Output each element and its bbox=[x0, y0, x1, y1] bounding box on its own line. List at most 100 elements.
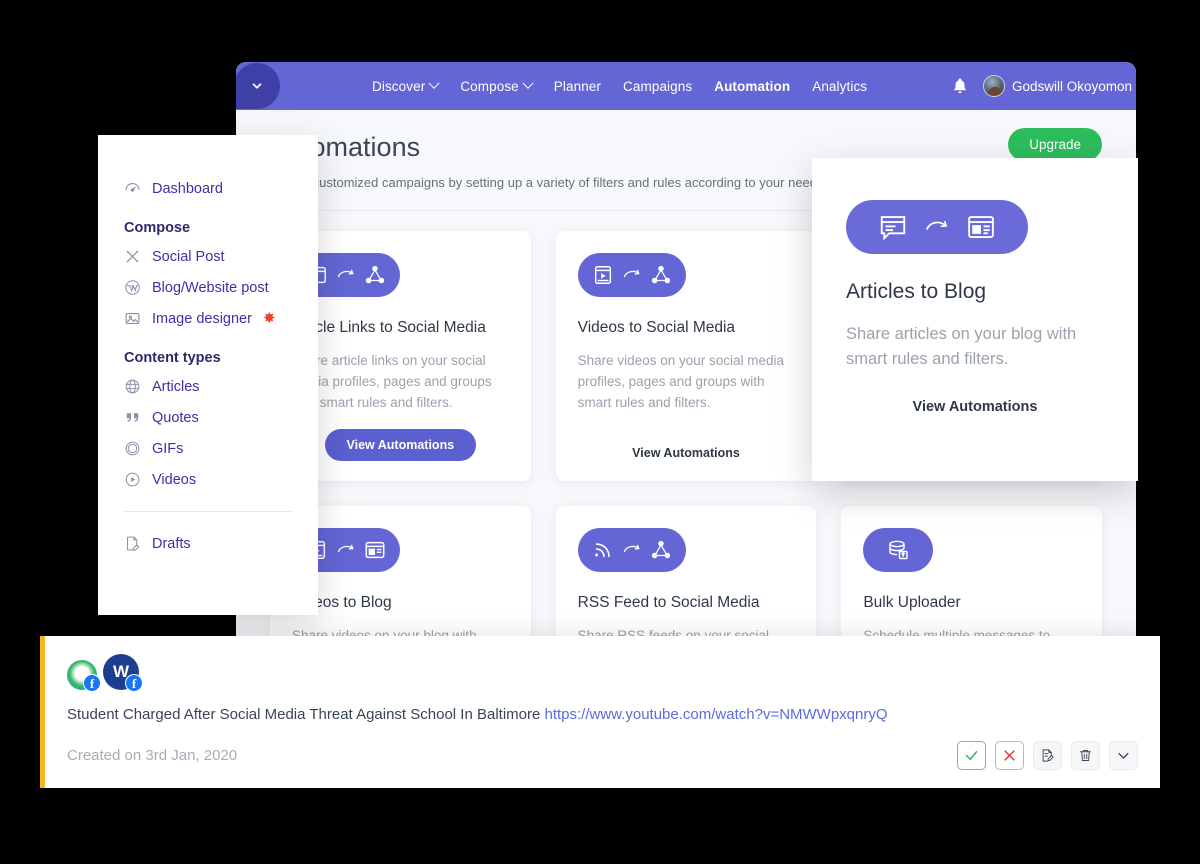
sidebar-item-label: Dashboard bbox=[152, 180, 223, 197]
gif-circle-icon bbox=[125, 441, 140, 456]
social-network-icon bbox=[651, 265, 670, 284]
nav-item-campaigns[interactable]: Campaigns bbox=[623, 79, 692, 94]
card-description: Share videos on your social media profil… bbox=[577, 353, 785, 410]
nav-item-label: Automation bbox=[714, 78, 791, 94]
database-upload-icon bbox=[889, 540, 909, 560]
floating-automation-card-articles-to-blog[interactable]: Articles to Blog Share articles on your … bbox=[812, 158, 1138, 481]
sidebar-item-gifs[interactable]: GIFs bbox=[98, 433, 318, 464]
facebook-icon: f bbox=[125, 674, 143, 692]
nav-item-label: Analytics bbox=[812, 78, 868, 94]
post-action-buttons bbox=[957, 741, 1138, 770]
sidebar-item-label: Blog/Website post bbox=[152, 279, 269, 296]
facebook-icon: f bbox=[83, 674, 101, 692]
delete-post-button[interactable] bbox=[1071, 741, 1100, 770]
sidebar-panel: Dashboard Compose Social Post Blog/Websi… bbox=[98, 135, 318, 615]
top-navigation-bar: Discover Compose Planner Campaigns Autom… bbox=[236, 62, 1136, 110]
share-nodes-icon bbox=[126, 250, 139, 263]
sidebar-group-content-types: Content types bbox=[124, 350, 221, 366]
profile-avatar-client[interactable]: f bbox=[67, 660, 101, 692]
user-menu[interactable]: Godswill Okoyomon bbox=[982, 75, 1132, 97]
reject-post-button[interactable] bbox=[995, 741, 1024, 770]
sidebar-item-articles[interactable]: Articles bbox=[98, 371, 318, 402]
automation-card-videos-to-social-media[interactable]: Videos to Social Media Share videos on y… bbox=[555, 231, 817, 481]
post-footer: Created on 3rd Jan, 2020 bbox=[67, 741, 1138, 770]
chevron-down-icon bbox=[522, 77, 534, 89]
approve-post-button[interactable] bbox=[957, 741, 986, 770]
nav-item-label: Campaigns bbox=[623, 78, 693, 94]
x-icon bbox=[1004, 750, 1015, 761]
dashboard-icon bbox=[125, 182, 140, 192]
nav-links: Discover Compose Planner Campaigns Autom… bbox=[372, 77, 867, 94]
blog-icon bbox=[968, 216, 994, 238]
social-network-icon bbox=[365, 265, 385, 284]
card-title: Article Links to Social Media bbox=[292, 319, 486, 336]
post-text-body: Student Charged After Social Media Threa… bbox=[67, 706, 545, 723]
video-icon bbox=[594, 266, 611, 284]
upgrade-button[interactable]: Upgrade bbox=[1008, 128, 1102, 161]
card-icon-pill bbox=[577, 528, 686, 572]
sidebar-item-videos[interactable]: Videos bbox=[98, 464, 318, 495]
nav-collapse-toggle[interactable] bbox=[236, 63, 280, 109]
view-automations-button[interactable]: View Automations bbox=[907, 398, 1044, 416]
social-network-icon bbox=[651, 540, 670, 559]
nav-item-label: Planner bbox=[553, 78, 602, 94]
nav-item-automation[interactable]: Automation bbox=[714, 79, 790, 94]
nav-item-label: Discover bbox=[372, 78, 426, 94]
sidebar-item-label: Drafts bbox=[152, 535, 191, 552]
nav-item-analytics[interactable]: Analytics bbox=[812, 79, 867, 94]
profile-avatar-brand[interactable]: W f bbox=[103, 654, 143, 692]
view-automations-button[interactable]: View Automations bbox=[626, 428, 746, 461]
post-link[interactable]: https://www.youtube.com/watch?v=NMWWpxqn… bbox=[545, 706, 888, 723]
edit-post-button[interactable] bbox=[1033, 741, 1062, 770]
nav-item-discover[interactable]: Discover bbox=[372, 77, 440, 94]
sidebar-item-quotes[interactable]: Quotes bbox=[98, 402, 318, 433]
post-profile-avatars: f W f bbox=[67, 650, 1138, 692]
card-icon-pill bbox=[577, 253, 686, 297]
arrow-curve-icon bbox=[337, 269, 354, 278]
trash-icon bbox=[1080, 750, 1091, 761]
sidebar-item-image-designer[interactable]: Image designer ✸ bbox=[98, 303, 318, 334]
card-title: Articles to Blog bbox=[846, 280, 987, 303]
sidebar-item-label: Image designer bbox=[152, 310, 252, 327]
avatar bbox=[982, 75, 1005, 97]
image-icon bbox=[125, 312, 140, 325]
nav-item-compose[interactable]: Compose bbox=[460, 77, 534, 94]
card-icon-pill bbox=[846, 200, 1028, 254]
sidebar-item-blog-website-post[interactable]: Blog/Website post bbox=[98, 272, 318, 303]
card-title: Videos to Social Media bbox=[577, 319, 736, 336]
arrow-curve-icon bbox=[623, 544, 640, 553]
chevron-down-icon bbox=[252, 83, 262, 89]
blog-icon bbox=[365, 541, 385, 559]
expand-post-button[interactable] bbox=[1109, 741, 1138, 770]
arrow-curve-icon bbox=[623, 269, 640, 278]
card-description: Share articles on your blog with smart r… bbox=[846, 325, 1077, 368]
sidebar-item-label: Videos bbox=[152, 471, 197, 488]
globe-icon bbox=[125, 379, 140, 394]
card-title: Bulk Uploader bbox=[863, 594, 961, 611]
sidebar-item-dashboard[interactable]: Dashboard bbox=[98, 173, 318, 204]
card-title: RSS Feed to Social Media bbox=[577, 594, 760, 611]
post-created-date: Created on 3rd Jan, 2020 bbox=[67, 747, 238, 764]
chevron-down-icon bbox=[428, 77, 440, 89]
automation-card-rss-feed-to-social-media[interactable]: RSS Feed to Social Media Share RSS feeds… bbox=[555, 506, 817, 637]
sidebar-item-label: Social Post bbox=[152, 248, 225, 265]
sidebar-item-label: Articles bbox=[152, 378, 200, 395]
scheduled-post-card: f W f Student Charged After Social Media… bbox=[40, 636, 1160, 788]
username-label: Godswill Okoyomon bbox=[1011, 78, 1132, 94]
post-text: Student Charged After Social Media Threa… bbox=[67, 706, 1138, 723]
card-icon-pill bbox=[863, 528, 934, 572]
sidebar-item-drafts[interactable]: Drafts bbox=[98, 528, 318, 559]
arrow-curve-icon bbox=[337, 544, 354, 553]
automation-card-bulk-uploader[interactable]: Bulk Uploader Schedule multiple messages… bbox=[841, 506, 1102, 637]
sidebar-item-label: GIFs bbox=[152, 440, 184, 457]
card-title: Videos to Blog bbox=[292, 594, 392, 611]
quote-icon bbox=[126, 413, 139, 422]
wordpress-icon bbox=[125, 280, 140, 295]
article-icon bbox=[880, 216, 906, 241]
sidebar-divider bbox=[124, 511, 292, 512]
edit-document-icon bbox=[1042, 749, 1054, 762]
sidebar-item-social-post[interactable]: Social Post bbox=[98, 241, 318, 272]
nav-item-planner[interactable]: Planner bbox=[554, 79, 601, 94]
view-automations-button[interactable]: View Automations bbox=[324, 429, 477, 461]
bell-icon[interactable] bbox=[951, 76, 969, 96]
